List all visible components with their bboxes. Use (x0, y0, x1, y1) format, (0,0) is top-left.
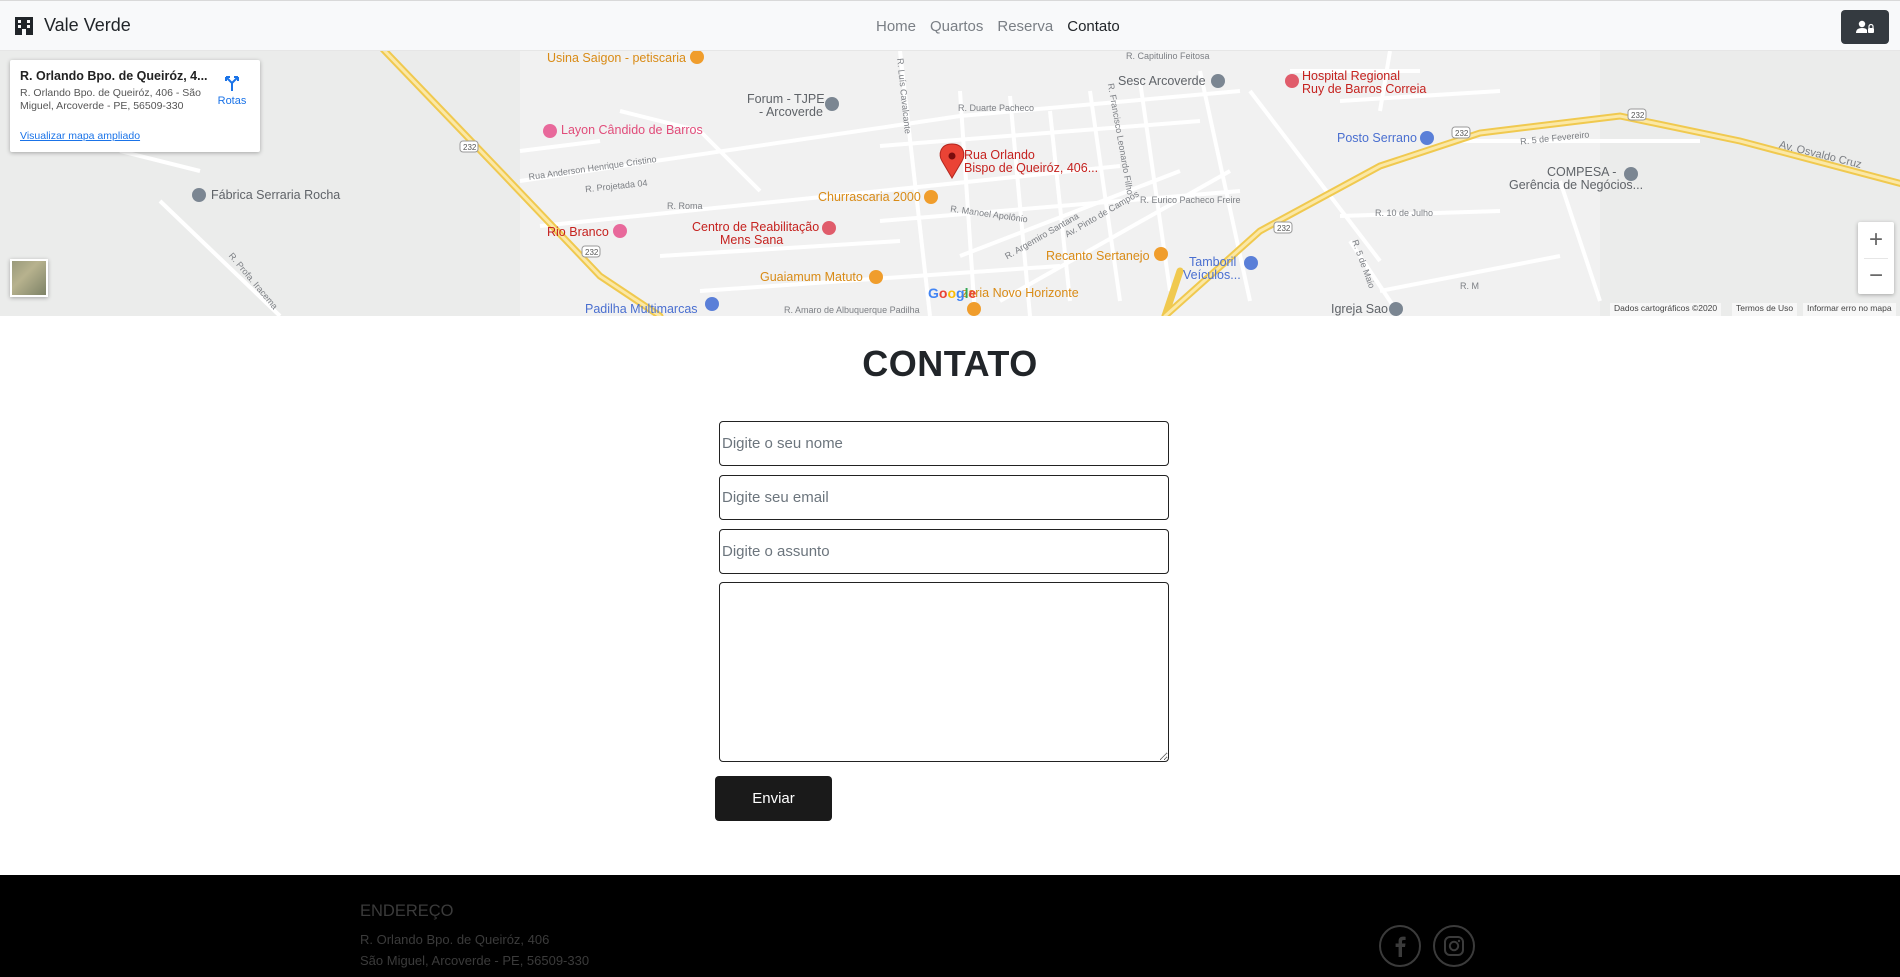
page-title: CONTATO (862, 343, 1038, 384)
route-shield: 232 (1631, 111, 1645, 120)
street-label: R. Duarte Pacheco (958, 103, 1035, 113)
map-place-rio-branco[interactable]: Rio Branco (547, 226, 609, 239)
map-info-card: R. Orlando Bpo. de Queiróz, 4... R. Orla… (10, 60, 260, 152)
satellite-layer-toggle[interactable] (10, 259, 48, 297)
map-zoom-controls: + − (1858, 222, 1894, 294)
google-logo: Google (928, 285, 977, 301)
directions-icon (225, 76, 239, 91)
map-place-sesc[interactable]: Sesc Arcoverde (1118, 75, 1206, 88)
footer-address-line-1: R. Orlando Bpo. de Queiróz, 406 (360, 932, 550, 947)
nav-quartos[interactable]: Quartos (930, 18, 983, 35)
map-place-fabrica[interactable]: Fábrica Serraria Rocha (211, 189, 340, 202)
brand-name: Vale Verde (44, 15, 131, 35)
map-marker-label-2: Bispo de Queiróz, 406... (964, 161, 1099, 175)
instagram-icon (1444, 936, 1464, 956)
route-shield: 232 (585, 248, 599, 257)
hotel-icon (15, 16, 33, 35)
route-shield: 232 (1277, 224, 1291, 233)
street-label: R. Amaro de Albuquerque Padilha (784, 305, 920, 315)
zoom-divider (1864, 258, 1888, 259)
map-place-padilha[interactable]: Padilha Multimarcas (585, 303, 698, 316)
facebook-icon (1395, 936, 1406, 957)
route-shield: 232 (1455, 129, 1469, 138)
brand[interactable]: Vale Verde (14, 15, 131, 36)
footer-address-heading: ENDEREÇO (360, 902, 454, 920)
footer-address-line-2: São Miguel, Arcoverde - PE, 56509-330 (360, 953, 590, 968)
directions-label: Rotas (217, 95, 247, 107)
larger-map-link[interactable]: Visualizar mapa ampliado (20, 130, 140, 142)
map-place-forum-2: - Arcoverde (759, 105, 823, 119)
user-lock-icon (1856, 20, 1874, 33)
street-label: R. Roma (667, 201, 703, 211)
map-place-centro-2: Mens Sana (720, 233, 784, 247)
map-terms-link[interactable]: Termos de Uso (1732, 303, 1798, 316)
map-place-igreja[interactable]: Igreja Sao (1331, 303, 1388, 316)
instagram-link[interactable] (1433, 925, 1475, 967)
submit-button[interactable]: Enviar (715, 776, 832, 821)
map-place-tamboril-2: Veículos... (1183, 268, 1241, 282)
map-place-pizzaria[interactable]: zaria Novo Horizonte (962, 287, 1079, 300)
nav-home[interactable]: Home (876, 18, 916, 35)
zoom-in-button[interactable]: + (1858, 222, 1894, 258)
facebook-link[interactable] (1379, 925, 1421, 967)
navbar: Vale Verde Home Quartos Reserva Contato (0, 0, 1900, 51)
street-label: R. Eurico Pacheco Freire (1140, 195, 1241, 205)
map-place-guaiamum[interactable]: Guaiamum Matuto (760, 271, 863, 284)
directions-button[interactable]: Rotas (214, 74, 250, 107)
map-place-churrascaria[interactable]: Churrascaria 2000 (818, 191, 921, 204)
email-input[interactable] (719, 475, 1169, 520)
message-textarea[interactable] (719, 582, 1169, 762)
map-data-attribution: Dados cartográficos ©2020 (1610, 303, 1722, 316)
map-place-compesa-2: Gerência de Negócios... (1509, 178, 1644, 192)
nav-contato[interactable]: Contato (1067, 18, 1120, 35)
name-input[interactable] (719, 421, 1169, 466)
street-label: R. M (1460, 281, 1479, 291)
map-report-link[interactable]: Informar erro no mapa (1803, 303, 1896, 316)
subject-input[interactable] (719, 529, 1169, 574)
map-place-hospital-2: Ruy de Barros Correia (1302, 82, 1427, 96)
map-place-usina[interactable]: Usina Saigon - petiscaria (547, 52, 686, 65)
map-embed[interactable]: 232 232 232 232 232 Usina Saigon - petis… (0, 51, 1900, 316)
zoom-out-button[interactable]: − (1858, 258, 1894, 294)
map-place-posto[interactable]: Posto Serrano (1337, 132, 1417, 145)
map-card-address: R. Orlando Bpo. de Queiróz, 406 - São Mi… (20, 87, 201, 112)
footer: ENDEREÇO R. Orlando Bpo. de Queiróz, 406… (0, 875, 1900, 977)
map-place-layon[interactable]: Layon Cândido de Barros (561, 124, 703, 137)
route-shield: 232 (463, 143, 477, 152)
nav-reserva[interactable]: Reserva (997, 18, 1053, 35)
street-label: R. Capitulino Feitosa (1126, 51, 1210, 61)
user-login-button[interactable] (1841, 10, 1889, 44)
street-label: R. 10 de Julho (1375, 208, 1434, 218)
map-place-recanto[interactable]: Recanto Sertanejo (1046, 250, 1150, 263)
main-nav: Home Quartos Reserva Contato (876, 18, 1120, 35)
